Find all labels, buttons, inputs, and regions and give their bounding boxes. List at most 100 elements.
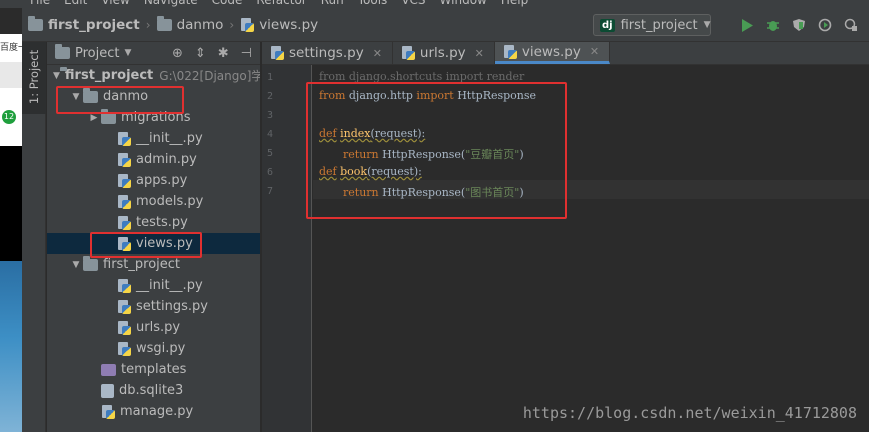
breadcrumb-label: first_project bbox=[48, 16, 140, 33]
python-file-icon bbox=[117, 236, 131, 251]
menu-bar: File Edit View Navigate Code Refactor Run Tools… bbox=[0, 0, 869, 8]
external-badge: 12 bbox=[2, 110, 16, 124]
breadcrumb-project[interactable]: first_project bbox=[22, 15, 146, 33]
python-file-icon bbox=[117, 194, 131, 209]
breadcrumb-folder[interactable]: danmo bbox=[151, 15, 230, 33]
python-file-icon bbox=[117, 215, 131, 230]
tree-item[interactable]: views.py bbox=[47, 233, 260, 254]
menu-item[interactable]: Code bbox=[212, 0, 243, 8]
debug-icon[interactable] bbox=[765, 17, 781, 33]
navigation-bar: first_project › danmo › views.py dj firs… bbox=[22, 8, 869, 42]
editor-tab[interactable]: urls.py ✕ bbox=[393, 42, 495, 64]
hide-icon[interactable]: ⊣ bbox=[241, 46, 252, 61]
tree-item-label: urls.py bbox=[136, 320, 181, 335]
collapse-icon[interactable]: ⇕ bbox=[195, 46, 206, 61]
tree-item[interactable]: settings.py bbox=[47, 296, 260, 317]
line-number: 2 bbox=[266, 91, 273, 102]
python-file-icon bbox=[270, 46, 284, 60]
menu-item[interactable]: Help bbox=[501, 0, 528, 8]
tree-item-label: first_project bbox=[64, 68, 154, 83]
tree-item[interactable]: tests.py bbox=[47, 212, 260, 233]
menu-item[interactable]: Tools bbox=[358, 0, 388, 8]
project-view-select[interactable]: Project ▼ bbox=[55, 44, 132, 61]
code-line-6: def book(request): bbox=[319, 165, 422, 178]
code-area[interactable]: from django.shortcuts import render from… bbox=[313, 65, 869, 432]
line-number: 4 bbox=[266, 129, 273, 140]
editor-tabs: settings.py ✕ urls.py ✕ views.py ✕ bbox=[262, 42, 869, 65]
expand-down-icon[interactable]: ▼ bbox=[53, 71, 60, 81]
expand-right-icon[interactable]: ▶ bbox=[87, 113, 101, 123]
python-file-icon bbox=[117, 152, 131, 167]
run-configuration-select[interactable]: dj first_project ▼ bbox=[593, 14, 711, 36]
code-line-5: return HttpResponse("豆瓣首页") bbox=[343, 148, 524, 161]
run-icon[interactable] bbox=[739, 17, 755, 33]
tab-project-tool-window[interactable]: 1: Project bbox=[22, 42, 46, 114]
tree-item[interactable]: ▼ first_project G:\022[Django]学 bbox=[47, 65, 260, 86]
run-toolbar bbox=[739, 14, 859, 36]
panel-title: Project bbox=[75, 45, 120, 61]
close-icon[interactable]: ✕ bbox=[475, 47, 484, 60]
editor: settings.py ✕ urls.py ✕ views.py ✕ 1 2 3 4 5 6 7 fr… bbox=[262, 42, 869, 432]
python-file-icon bbox=[101, 404, 115, 419]
tree-item[interactable]: manage.py bbox=[47, 401, 260, 422]
python-file-icon bbox=[117, 278, 131, 293]
expand-down-icon[interactable]: ▼ bbox=[69, 92, 83, 102]
breadcrumb-label: danmo bbox=[176, 16, 224, 33]
breadcrumb-label: views.py bbox=[259, 16, 319, 33]
code-line-2: from django.http import HttpResponse bbox=[319, 89, 537, 102]
menu-item[interactable]: Window bbox=[440, 0, 487, 8]
menu-item[interactable]: VCS bbox=[401, 0, 425, 8]
tree-item[interactable]: ▶ migrations bbox=[47, 107, 260, 128]
stop-icon[interactable] bbox=[843, 17, 859, 33]
tree-item[interactable]: __init__.py bbox=[47, 128, 260, 149]
menu-item[interactable]: Edit bbox=[64, 0, 87, 8]
project-panel-header: Project ▼ ⊕ ⇕ ✱ ⊣ bbox=[47, 42, 260, 65]
tree-item[interactable]: db.sqlite3 bbox=[47, 380, 260, 401]
python-file-icon bbox=[117, 341, 131, 356]
tree-item[interactable]: __init__.py bbox=[47, 275, 260, 296]
tree-item-label: migrations bbox=[121, 110, 191, 125]
ide-window: File Edit View Navigate Code Refactor Run Tools… bbox=[0, 0, 869, 432]
python-file-icon bbox=[117, 131, 131, 146]
project-panel: Project ▼ ⊕ ⇕ ✱ ⊣ ▼ first_project G:\022[D… bbox=[47, 42, 261, 432]
python-file-icon bbox=[117, 173, 131, 188]
line-number: 3 bbox=[266, 110, 273, 121]
tree-item[interactable]: admin.py bbox=[47, 149, 260, 170]
tab-label: urls.py bbox=[419, 45, 466, 61]
editor-tab[interactable]: views.py ✕ bbox=[494, 42, 611, 64]
folder-icon bbox=[28, 15, 43, 31]
tree-item-label: models.py bbox=[136, 194, 204, 209]
tree-item[interactable]: models.py bbox=[47, 191, 260, 212]
profile-icon[interactable] bbox=[817, 17, 833, 33]
breadcrumb-file[interactable]: views.py bbox=[234, 17, 324, 33]
tree-item-label: danmo bbox=[103, 89, 149, 104]
tree-item[interactable]: ▼ first_project bbox=[47, 254, 260, 275]
locate-icon[interactable]: ⊕ bbox=[172, 46, 183, 61]
menu-item[interactable]: File bbox=[30, 0, 50, 8]
menu-item[interactable]: Navigate bbox=[144, 0, 198, 8]
close-icon[interactable]: ✕ bbox=[373, 47, 382, 60]
menu-item[interactable]: Run bbox=[321, 0, 344, 8]
folder-icon bbox=[55, 44, 70, 59]
external-band bbox=[0, 62, 22, 88]
side-tab-label: 1: Project bbox=[27, 49, 41, 105]
tree-item-label: settings.py bbox=[136, 299, 208, 314]
tree-item[interactable]: urls.py bbox=[47, 317, 260, 338]
coverage-icon[interactable] bbox=[791, 17, 807, 33]
gear-icon[interactable]: ✱ bbox=[218, 46, 229, 61]
line-number: 7 bbox=[266, 186, 273, 197]
menu-item[interactable]: Refactor bbox=[256, 0, 306, 8]
menu-item[interactable]: View bbox=[101, 0, 129, 8]
editor-tab[interactable]: settings.py ✕ bbox=[262, 42, 393, 64]
tree-item[interactable]: wsgi.py bbox=[47, 338, 260, 359]
tree-item[interactable]: templates bbox=[47, 359, 260, 380]
external-window-strip: 百度一 12 bbox=[0, 34, 22, 432]
database-file-icon bbox=[101, 383, 114, 398]
expand-down-icon[interactable]: ▼ bbox=[69, 260, 83, 270]
python-file-icon bbox=[503, 44, 517, 59]
close-icon[interactable]: ✕ bbox=[590, 45, 599, 58]
line-number-gutter: 1 2 3 4 5 6 7 bbox=[262, 65, 312, 432]
tree-item[interactable]: ▼ danmo bbox=[47, 86, 260, 107]
tree-item[interactable]: apps.py bbox=[47, 170, 260, 191]
chevron-down-icon: ▼ bbox=[124, 48, 132, 58]
